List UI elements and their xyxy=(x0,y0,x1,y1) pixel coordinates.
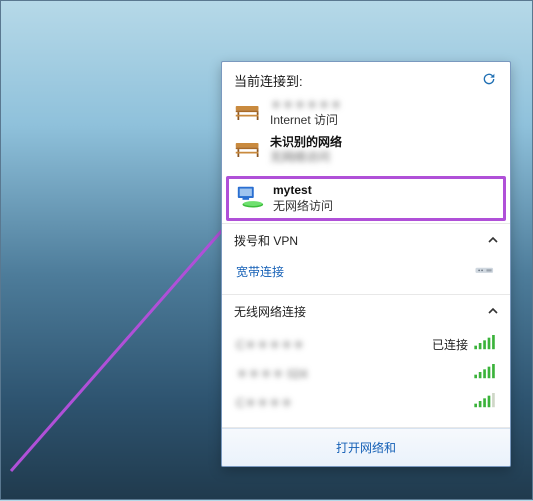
open-network-center-link[interactable]: 打开网络和 xyxy=(336,441,396,455)
chevron-up-icon xyxy=(488,234,498,248)
dialup-vpn-section: 拨号和 VPN 宽带连接 xyxy=(222,224,510,295)
signal-icon xyxy=(474,364,496,383)
monitor-icon xyxy=(235,184,265,213)
group-title: 拨号和 VPN xyxy=(234,232,298,249)
chevron-up-icon xyxy=(488,305,498,319)
refresh-icon[interactable] xyxy=(480,71,498,90)
signal-icon xyxy=(474,335,496,354)
connection-name: 未识别的网络 xyxy=(270,135,342,150)
connection-list: ＊＊＊＊＊＊ Internet 访问 未识别的网络 xyxy=(222,95,510,174)
connection-item[interactable]: ＊＊＊＊＊＊ Internet 访问 xyxy=(226,95,506,132)
popup-footer: 打开网络和 xyxy=(222,428,510,466)
dialup-vpn-header[interactable]: 拨号和 VPN xyxy=(222,224,510,255)
modem-icon xyxy=(474,264,496,279)
wireless-section: 无线网络连接 C＊＊＊＊＊ 已连接 xyxy=(222,295,510,428)
wifi-name: C＊＊＊＊＊ xyxy=(236,336,305,353)
wifi-item[interactable]: C＊＊＊＊ xyxy=(232,388,500,417)
wifi-item[interactable]: C＊＊＊＊＊ 已连接 xyxy=(232,330,500,359)
wireless-header[interactable]: 无线网络连接 xyxy=(222,295,510,326)
connection-sub: 无网络访问 xyxy=(270,150,342,165)
group-title: 无线网络连接 xyxy=(234,303,306,320)
connection-name: ＊＊＊＊＊＊ xyxy=(270,98,342,113)
connection-sub: 无网络访问 xyxy=(273,199,333,214)
bench-icon xyxy=(234,100,262,126)
connection-item-highlighted[interactable]: mytest 无网络访问 xyxy=(226,176,506,221)
popup-header: 当前连接到: xyxy=(222,62,510,95)
connection-sub: Internet 访问 xyxy=(270,113,342,128)
current-connections-section: 当前连接到: ＊＊＊＊＊＊ Inte xyxy=(222,62,510,224)
wifi-item[interactable]: ＊＊＊＊ 024 xyxy=(232,359,500,388)
network-popup: 当前连接到: ＊＊＊＊＊＊ Inte xyxy=(221,61,511,467)
broadband-label: 宽带连接 xyxy=(236,263,284,280)
signal-icon xyxy=(474,393,496,412)
header-title: 当前连接到: xyxy=(234,71,303,90)
connection-item[interactable]: 未识别的网络 无网络访问 xyxy=(226,132,506,169)
wifi-name: C＊＊＊＊ xyxy=(236,394,293,411)
connection-name: mytest xyxy=(273,183,333,198)
broadband-item[interactable]: 宽带连接 xyxy=(232,259,500,284)
wifi-connected-label: 已连接 xyxy=(432,336,468,353)
wifi-name: ＊＊＊＊ 024 xyxy=(236,365,307,382)
bench-icon xyxy=(234,137,262,163)
